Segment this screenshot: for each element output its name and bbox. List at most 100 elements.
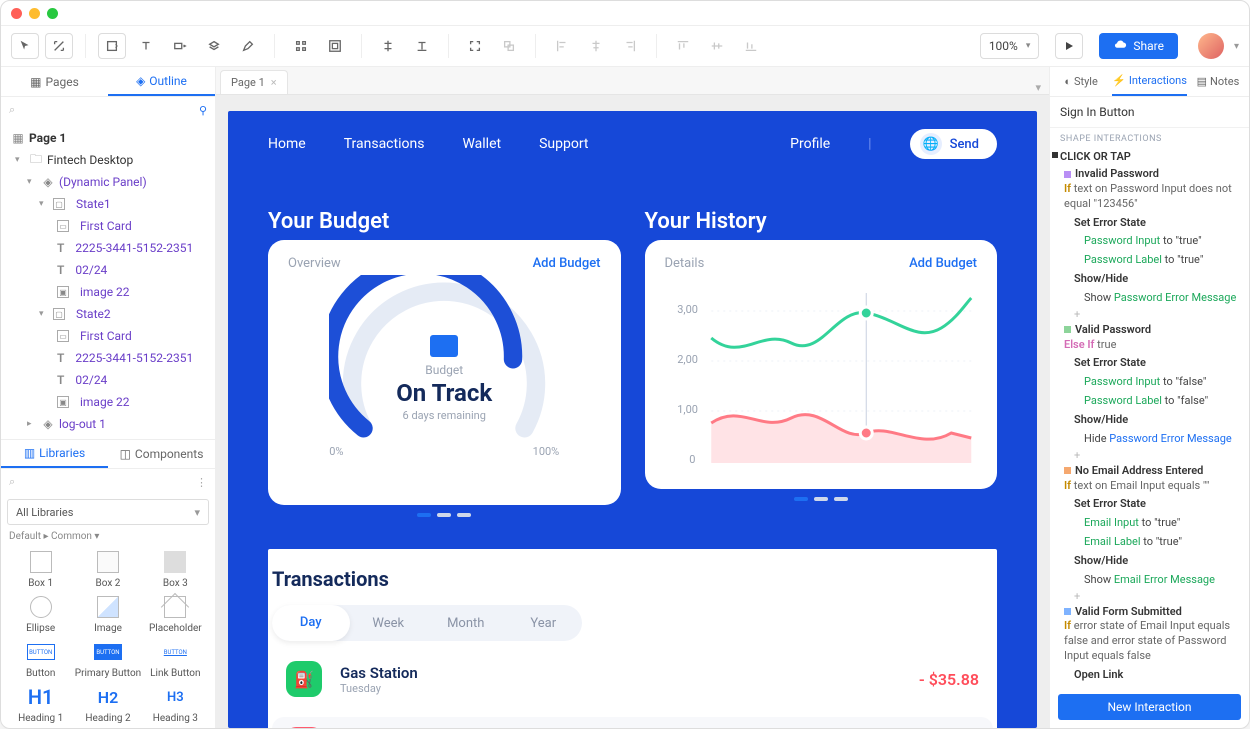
period-week[interactable]: Week [350,616,428,631]
case-invalid-password[interactable]: Invalid Password If text on Password Inp… [1050,165,1249,214]
txn-row-2[interactable]: 🛒 Shopping Monday - $79.90 [272,717,993,728]
tree-img-2[interactable]: ▣ image 22 [1,391,215,413]
shape-image[interactable]: Image [74,593,141,634]
tree-firstcard-2[interactable]: ▭ First Card [1,325,215,347]
case-no-email[interactable]: No Email Address Entered If text on Emai… [1050,462,1249,496]
overview-label: Overview [288,256,341,271]
budget-card[interactable]: Overview Add Budget [268,240,621,505]
shape-ellipse[interactable]: Ellipse [7,593,74,634]
tab-outline[interactable]: ◈ Outline [108,67,215,96]
shape-placeholder[interactable]: Placeholder [142,593,209,634]
tree-state2[interactable]: ▾▢ State2 [1,303,215,325]
nav-transactions[interactable]: Transactions [344,136,425,152]
tree-img-1[interactable]: ▣ image 22 [1,281,215,303]
send-button[interactable]: 🌐 Send [910,129,997,159]
tree-exp-2[interactable]: T 02/24 [1,369,215,391]
tree-state1[interactable]: ▾▢ State1 [1,193,215,215]
shape-box1[interactable]: Box 1 [7,548,74,589]
svg-text:2,00: 2,00 [677,353,698,366]
library-select[interactable]: All Libraries▾ [7,499,209,525]
tree-page[interactable]: ▦Page 1 [1,127,215,149]
shape-h1[interactable]: H1Heading 1 [7,683,74,724]
add-action-2[interactable]: + [1050,449,1249,462]
form-tool[interactable] [166,33,194,59]
minimize-dot[interactable] [29,8,40,19]
txn-row-1[interactable]: ⛽ Gas Station Tuesday - $35.88 [272,651,993,707]
period-month[interactable]: Month [427,616,505,631]
align-text-icon[interactable] [408,33,436,59]
pen-tool[interactable] [234,33,262,59]
svg-text:0: 0 [689,453,695,466]
nav-profile[interactable]: Profile [790,136,830,152]
distribute-icon[interactable] [287,33,315,59]
txn-amount-1: - $35.88 [919,670,979,689]
case-valid-form[interactable]: Valid Form Submitted If error state of E… [1050,603,1249,666]
tree-logout[interactable]: ▸◈log-out 1 [1,413,215,435]
tree-exp-1[interactable]: T 02/24 [1,259,215,281]
svg-text:1,00: 1,00 [677,403,698,416]
nav-home[interactable]: Home [268,136,306,152]
selected-widget: Sign In Button [1050,97,1249,128]
tab-style[interactable]: ◐ Style [1050,67,1112,96]
section-label: SHAPE INTERACTIONS [1050,128,1249,146]
shape-box2[interactable]: Box 2 [74,548,141,589]
add-budget-link-2[interactable]: Add Budget [909,256,977,271]
align-left-icon [548,33,576,59]
tab-libraries[interactable]: ▥ Libraries [1,440,108,468]
tab-pages[interactable]: ▦ Pages [1,67,108,96]
share-button[interactable]: Share [1099,33,1178,59]
new-interaction-button[interactable]: New Interaction [1058,694,1241,720]
add-action-3[interactable]: + [1050,590,1249,603]
tree-dynamic-panel[interactable]: ▾◈(Dynamic Panel) [1,171,215,193]
case-valid-password[interactable]: Valid Password Else If true [1050,321,1249,355]
nav-support[interactable]: Support [539,136,588,152]
zoom-select[interactable]: 100% ▾ [980,33,1040,59]
more-icon[interactable]: ⋮ [196,476,207,489]
event-header[interactable]: CLICK OR TAP [1050,146,1249,165]
add-budget-link[interactable]: Add Budget [533,256,601,271]
zoom-dot[interactable] [47,8,58,19]
outline-search[interactable] [21,103,193,117]
shape-h3[interactable]: H3Heading 3 [142,683,209,724]
select-tool[interactable] [11,33,39,59]
shape-link-button[interactable]: BUTTONLink Button [142,638,209,679]
align-right-icon [616,33,644,59]
tree-cardnum-1[interactable]: T 2225-3441-5152-2351 [1,237,215,259]
align-horizontal-icon[interactable] [374,33,402,59]
period-day[interactable]: Day [272,605,350,641]
doc-tab-menu[interactable]: ▾ [1027,81,1049,94]
close-dot[interactable] [11,8,22,19]
ungroup-icon [495,33,523,59]
tree-firstcard-1[interactable]: ▭ First Card [1,215,215,237]
shape-h2[interactable]: H2Heading 2 [74,683,141,724]
connect-tool[interactable] [45,33,73,59]
rectangle-tool[interactable] [98,33,126,59]
text-tool[interactable] [132,33,160,59]
mock-nav: Home Transactions Wallet Support Profile… [268,129,997,159]
tab-notes[interactable]: ▤ Notes [1187,67,1249,96]
period-year[interactable]: Year [505,616,583,631]
nav-wallet[interactable]: Wallet [462,136,501,152]
user-avatar[interactable] [1198,33,1224,59]
library-search[interactable] [21,475,190,489]
align-middle-icon [703,33,731,59]
tree-fintech[interactable]: ▾🗀Fintech Desktop [1,149,215,171]
doc-tab-page1[interactable]: Page 1× [220,70,288,94]
close-icon[interactable]: × [271,76,277,89]
tab-interactions[interactable]: ⚡ Interactions [1112,67,1187,96]
shape-button[interactable]: BUTTONButton [7,638,74,679]
stack-tool[interactable] [200,33,228,59]
filter-icon[interactable]: ⚲ [199,104,207,117]
preview-button[interactable] [1055,33,1083,59]
tab-components[interactable]: ◫ Components [108,440,215,468]
user-menu-caret[interactable]: ▾ [1234,41,1239,52]
add-action-1[interactable]: + [1050,308,1249,321]
shape-primary-button[interactable]: BUTTONPrimary Button [74,638,141,679]
history-card[interactable]: Details Add Budget 3,00 2,00 1,00 [645,240,998,489]
fit-icon[interactable] [461,33,489,59]
shape-box3[interactable]: Box 3 [142,548,209,589]
group-icon[interactable] [321,33,349,59]
artboard-fintech[interactable]: Home Transactions Wallet Support Profile… [228,111,1037,728]
period-tabs[interactable]: Day Week Month Year [272,605,582,641]
tree-cardnum-2[interactable]: T 2225-3441-5152-2351 [1,347,215,369]
